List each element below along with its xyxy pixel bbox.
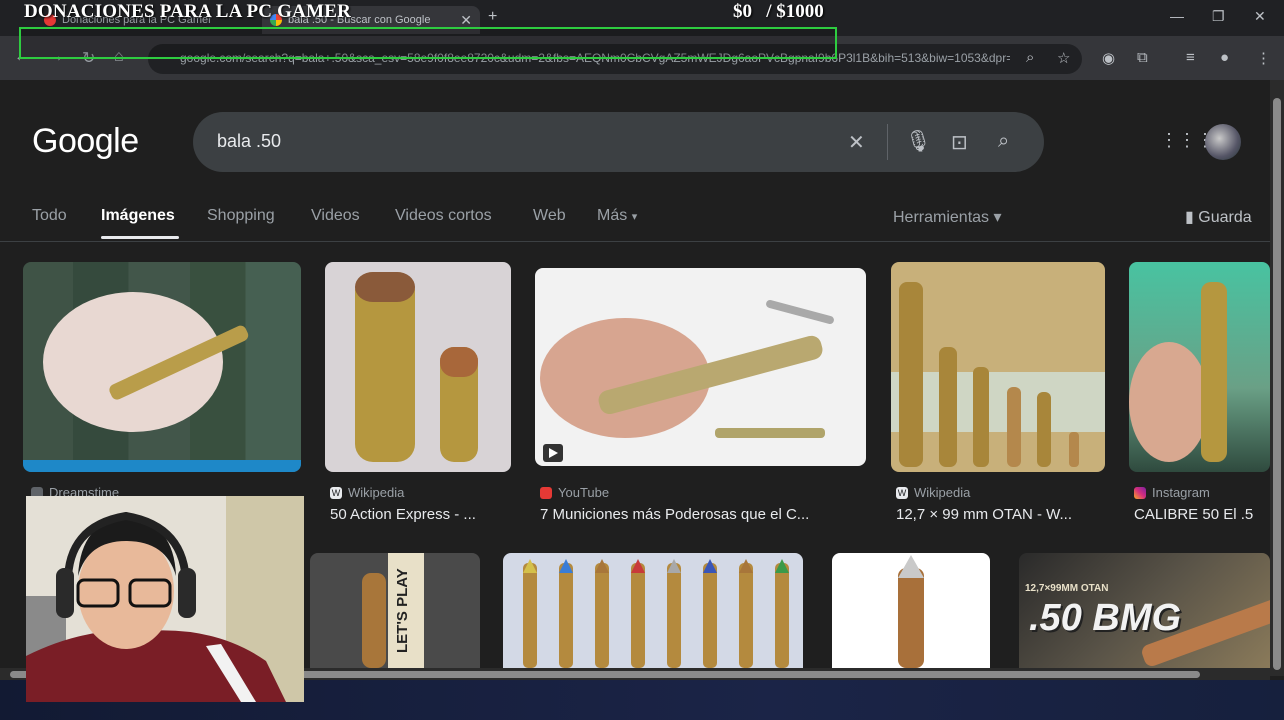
result-source[interactable]: W Wikipedia — [330, 485, 404, 500]
puzzle-icon[interactable]: ⧉ — [1137, 49, 1148, 66]
result-image-50ae[interactable] — [325, 262, 511, 472]
search-icon[interactable]: ⌕ — [998, 130, 1009, 153]
result-image-instagram[interactable] — [1129, 262, 1270, 472]
result-title[interactable]: CALIBRE 50 El .5 — [1134, 506, 1270, 523]
donation-title: DONACIONES PARA LA PC GAMER — [24, 1, 352, 22]
result-image-single-cartridge[interactable] — [832, 553, 990, 668]
extension-icon[interactable]: ◉ — [1102, 49, 1115, 67]
streamer-webcam-illustration — [26, 496, 304, 702]
source-label: YouTube — [558, 485, 610, 500]
lens-icon[interactable]: ⊡ — [951, 130, 968, 155]
microphone-icon[interactable]: 🎙 — [905, 130, 932, 154]
single-cartridge-illustration — [898, 555, 924, 668]
saved-label: Guarda — [1198, 209, 1252, 226]
result-title[interactable]: 7 Municiones más Poderosas que el C... — [540, 506, 809, 523]
close-tab-icon[interactable]: ✕ — [460, 12, 472, 29]
source-label: Wikipedia — [348, 485, 405, 500]
tab-short-videos[interactable]: Videos cortos — [395, 207, 492, 225]
result-image-hand-bullet[interactable] — [23, 262, 301, 472]
source-label: Instagram — [1152, 485, 1210, 500]
media-icon[interactable]: ≡ — [1186, 49, 1195, 66]
result-title[interactable]: 12,7 × 99 mm OTAN - W... — [896, 506, 1072, 523]
google-logo[interactable]: Google — [32, 122, 139, 161]
tab-shopping[interactable]: Shopping — [207, 207, 275, 225]
vertical-scroll-thumb[interactable] — [1273, 98, 1281, 670]
tab-more[interactable]: Más ▾ — [597, 207, 637, 225]
donation-amount: $0 / $1000 — [733, 1, 824, 22]
maximize-icon[interactable]: ❐ — [1212, 8, 1225, 25]
result-image-50-bmg[interactable]: 12,7×99MM OTAN .50 BMG — [1019, 553, 1270, 668]
avatar[interactable] — [1205, 124, 1241, 160]
active-tab-indicator — [101, 236, 179, 239]
result-image-youtube[interactable] — [535, 268, 866, 466]
tab-all[interactable]: Todo — [32, 207, 67, 225]
wikipedia-icon: W — [896, 486, 908, 499]
instagram-cartridge-illustration — [1129, 282, 1227, 462]
source-label: Wikipedia — [914, 485, 971, 500]
colored-tip-cartridges-illustration — [523, 559, 789, 668]
webcam-overlay — [26, 496, 304, 702]
close-window-icon[interactable]: ✕ — [1254, 8, 1266, 25]
chevron-down-icon: ▾ — [631, 211, 638, 223]
hand-cartridge-illustration — [540, 299, 834, 462]
instagram-icon — [1134, 486, 1146, 499]
cartridge-lineup-illustration — [891, 282, 1105, 467]
search-divider — [887, 124, 888, 160]
saved-button[interactable]: ▮ Guarda — [1185, 207, 1252, 227]
minimize-icon[interactable]: — — [1170, 8, 1184, 24]
youtube-icon — [540, 486, 552, 499]
result-image-otan[interactable] — [891, 262, 1105, 472]
tab-more-label: Más — [597, 207, 628, 224]
cartridges-illustration — [355, 272, 478, 462]
result-image-lets-play[interactable]: LET'S PLAY — [310, 553, 480, 668]
bookmark-star-icon[interactable]: ☆ — [1057, 49, 1070, 67]
bmg-subtitle: 12,7×99MM OTAN — [1025, 583, 1109, 594]
tab-videos[interactable]: Videos — [311, 207, 360, 225]
new-tab-button[interactable]: + — [488, 8, 497, 26]
menu-icon[interactable]: ⋮ — [1256, 49, 1271, 67]
hand-bullet-illustration — [23, 292, 301, 472]
donation-progress-bar — [19, 27, 837, 59]
result-image-cartridge-chart[interactable] — [503, 553, 803, 668]
profile-icon[interactable]: ● — [1220, 49, 1229, 66]
wikipedia-icon: W — [330, 486, 342, 499]
lets-play-text: LET'S PLAY — [394, 568, 411, 653]
bmg-title: .50 BMG — [1029, 597, 1182, 639]
zoom-icon[interactable]: ⌕ — [1026, 49, 1034, 66]
result-source[interactable]: Instagram — [1134, 485, 1210, 500]
clear-icon[interactable]: ✕ — [848, 130, 865, 155]
bookmark-icon: ▮ — [1185, 209, 1194, 226]
tab-web[interactable]: Web — [533, 207, 566, 225]
result-source[interactable]: W Wikipedia — [896, 485, 970, 500]
result-title[interactable]: 50 Action Express - ... — [330, 506, 476, 523]
search-input[interactable]: bala .50 — [217, 131, 281, 152]
tab-images[interactable]: Imágenes — [101, 207, 175, 225]
header-divider — [0, 241, 1270, 242]
tools-button[interactable]: Herramientas ▾ — [893, 207, 1002, 227]
result-source[interactable]: YouTube — [540, 485, 609, 500]
